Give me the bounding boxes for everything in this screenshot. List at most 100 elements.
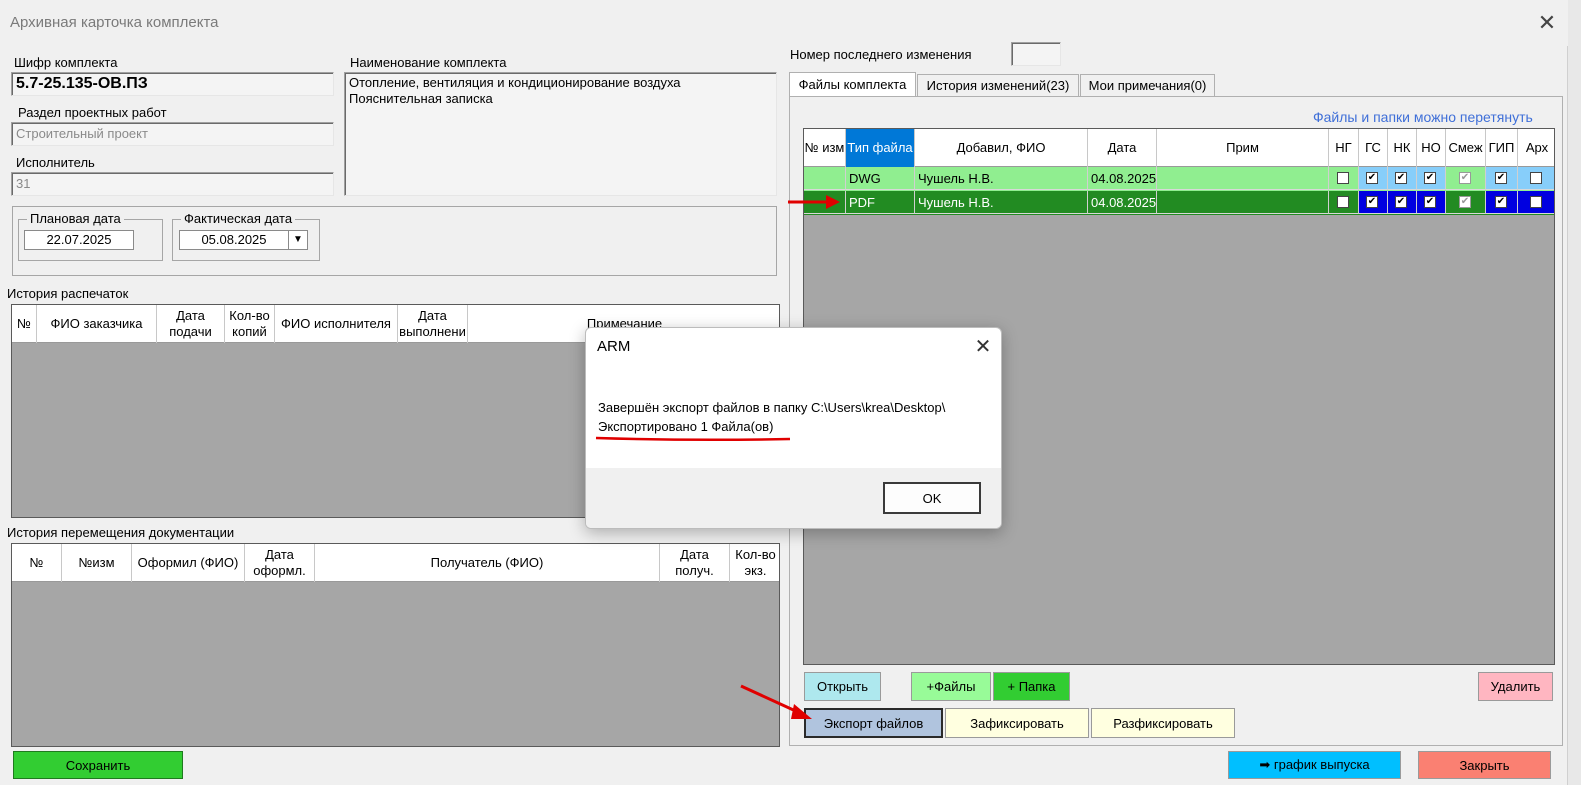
close-button[interactable]: Закрыть	[1418, 751, 1551, 779]
dialog-footer: OK	[586, 468, 1001, 528]
checkbox-gip[interactable]: ✔	[1495, 172, 1507, 184]
table-row-selected[interactable]: PDF Чушель Н.В. 04.08.2025 ✔ ✔ ✔ ✔ ✔	[804, 191, 1554, 215]
fix-button[interactable]: Зафиксировать	[945, 708, 1089, 738]
col-adjacent: Смеж	[1446, 129, 1486, 167]
col-number: №	[12, 305, 37, 343]
cell-date: 04.08.2025	[1088, 167, 1157, 190]
cell-no: ✔	[1417, 167, 1446, 190]
last-change-field[interactable]	[1011, 42, 1061, 66]
export-complete-dialog: ARM ✕ Завершён экспорт файлов в папку C:…	[585, 327, 1002, 529]
cell-gs: ✔	[1359, 191, 1388, 214]
executor-field[interactable]: 31	[11, 172, 334, 196]
cell-gip: ✔	[1486, 191, 1518, 214]
table-row[interactable]: DWG Чушель Н.В. 04.08.2025 ✔ ✔ ✔ ✔ ✔	[804, 167, 1554, 191]
checkbox-archive[interactable]	[1530, 172, 1542, 184]
cell-type: PDF	[846, 191, 915, 214]
cell-no: ✔	[1417, 191, 1446, 214]
section-label: Раздел проектных работ	[18, 105, 167, 120]
actual-date-input[interactable]: 05.08.2025	[179, 230, 289, 250]
checkbox-adjacent: ✔	[1459, 172, 1471, 184]
close-icon[interactable]: ✕	[970, 334, 996, 360]
col-gip: ГИП	[1486, 129, 1518, 167]
release-schedule-button[interactable]: ➡ график выпуска	[1228, 751, 1401, 779]
cell-note	[1157, 191, 1329, 214]
col-executor: ФИО исполнителя	[275, 305, 398, 343]
checkbox-nk[interactable]: ✔	[1395, 172, 1407, 184]
cell-ng	[1329, 167, 1359, 190]
dialog-message-line2: Экспортировано 1 Файла(ов)	[598, 419, 774, 434]
dialog-title: ARM	[597, 338, 631, 355]
col-no: НО	[1417, 129, 1446, 167]
col-done-date: Дата выполнени	[398, 305, 468, 343]
checkbox-no[interactable]: ✔	[1424, 196, 1436, 208]
code-field[interactable]: 5.7-25.135-ОВ.ПЗ	[11, 72, 334, 96]
cell-gs: ✔	[1359, 167, 1388, 190]
planned-date-label: Плановая дата	[27, 211, 124, 226]
cell-adjacent: ✔	[1446, 167, 1486, 190]
checkbox-ng[interactable]	[1337, 172, 1349, 184]
cell-nk: ✔	[1388, 191, 1417, 214]
chevron-down-icon[interactable]: ▼	[288, 230, 308, 250]
checkbox-gip[interactable]: ✔	[1495, 196, 1507, 208]
unfix-button[interactable]: Разфиксировать	[1091, 708, 1235, 738]
save-button[interactable]: Сохранить	[13, 751, 183, 779]
col-number: №	[12, 544, 62, 582]
name-field[interactable]: Отопление, вентиляция и кондиционировани…	[344, 72, 777, 196]
col-gs: ГС	[1359, 129, 1388, 167]
col-customer: ФИО заказчика	[37, 305, 157, 343]
col-author: Добавил, ФИО	[915, 129, 1088, 167]
cell-gip: ✔	[1486, 167, 1518, 190]
checkbox-gs[interactable]: ✔	[1366, 172, 1378, 184]
col-recipient: Получатель (ФИО)	[315, 544, 660, 582]
checkbox-gs[interactable]: ✔	[1366, 196, 1378, 208]
checkbox-archive[interactable]	[1530, 196, 1542, 208]
move-history-header: № №изм Оформил (ФИО) Дата оформл. Получа…	[12, 544, 779, 582]
col-copies: Кол-во копий	[225, 305, 275, 343]
cell-archive	[1518, 167, 1554, 190]
window-title: Архивная карточка комплекта	[10, 14, 219, 31]
move-history-label: История перемещения документации	[7, 525, 235, 540]
move-history-grid[interactable]: № №изм Оформил (ФИО) Дата оформл. Получа…	[11, 543, 780, 747]
name-line-2: Пояснительная записка	[349, 91, 493, 106]
col-change: № изм	[804, 129, 846, 167]
cell-adjacent: ✔	[1446, 191, 1486, 214]
cell-author: Чушель Н.В.	[915, 191, 1088, 214]
col-note: Прим	[1157, 129, 1329, 167]
section-field[interactable]: Строительный проект	[11, 122, 334, 146]
cell-note	[1157, 167, 1329, 190]
background-strip	[1568, 0, 1581, 785]
cell-archive	[1518, 191, 1554, 214]
export-files-button[interactable]: Экспорт файлов	[804, 708, 943, 738]
add-folder-button[interactable]: + Папка	[993, 672, 1070, 701]
col-receive-date: Дата получ.	[660, 544, 730, 582]
open-button[interactable]: Открыть	[804, 672, 881, 701]
title-bar: Архивная карточка комплекта ✕	[0, 0, 1568, 46]
col-file-type: Тип файла	[846, 129, 915, 167]
col-count: Кол-во экз.	[735, 547, 776, 578]
cell-change	[804, 167, 846, 190]
planned-date-input[interactable]: 22.07.2025	[24, 230, 134, 250]
cell-date: 04.08.2025	[1088, 191, 1157, 214]
cell-nk: ✔	[1388, 167, 1417, 190]
col-issue-date: Дата оформл.	[245, 544, 315, 582]
cell-author: Чушель Н.В.	[915, 167, 1088, 190]
add-files-button[interactable]: +Файлы	[911, 672, 991, 701]
checkbox-no[interactable]: ✔	[1424, 172, 1436, 184]
col-date: Дата	[1088, 129, 1157, 167]
checkbox-nk[interactable]: ✔	[1395, 196, 1407, 208]
ok-button[interactable]: OK	[883, 482, 981, 514]
code-label: Шифр комплекта	[14, 55, 118, 70]
tab-files[interactable]: Файлы комплекта	[789, 72, 916, 96]
checkbox-adjacent: ✔	[1459, 196, 1471, 208]
col-archive: Арх	[1525, 140, 1549, 155]
name-line-1: Отопление, вентиляция и кондиционировани…	[349, 75, 681, 90]
delete-button[interactable]: Удалить	[1478, 672, 1553, 701]
col-change: №изм	[62, 544, 132, 582]
print-history-label: История распечаток	[7, 286, 129, 301]
tab-history[interactable]: История изменений(23)	[917, 74, 1079, 96]
tab-notes[interactable]: Мои примечания(0)	[1080, 74, 1215, 96]
checkbox-ng[interactable]	[1337, 196, 1349, 208]
last-change-label: Номер последнего изменения	[790, 47, 972, 62]
close-icon[interactable]: ✕	[1534, 10, 1560, 36]
files-header: № изм Тип файла Добавил, ФИО Дата Прим Н…	[804, 129, 1554, 167]
